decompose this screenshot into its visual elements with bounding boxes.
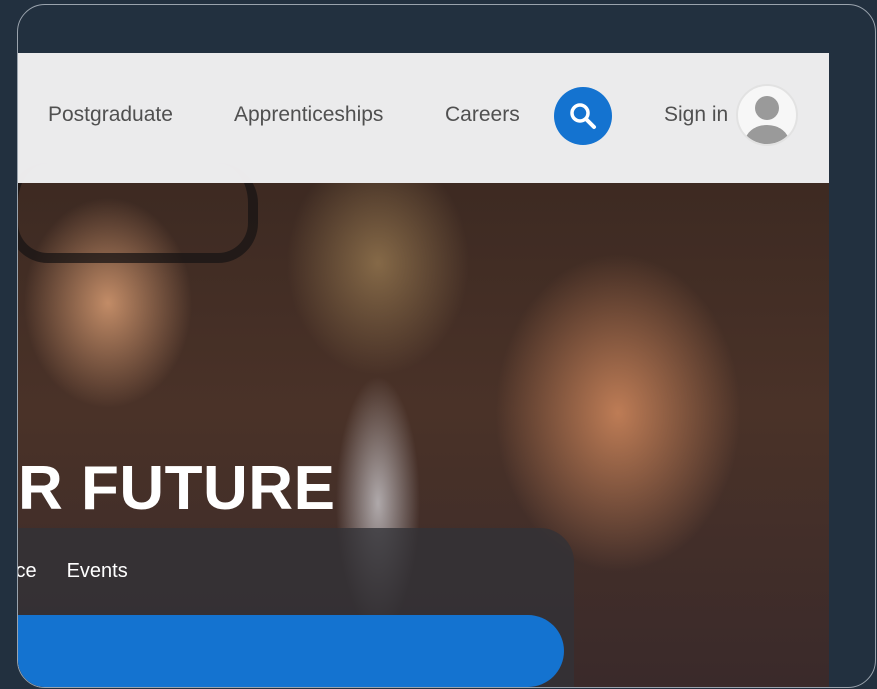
- hero-link-advice[interactable]: ice: [18, 560, 37, 583]
- user-avatar-icon: [745, 96, 789, 144]
- sign-in-link[interactable]: Sign in: [664, 103, 728, 127]
- browser-frame: R FUTURE ice Events Postgraduate Apprent…: [17, 4, 876, 688]
- page-viewport: R FUTURE ice Events Postgraduate Apprent…: [18, 53, 829, 687]
- search-icon: [570, 103, 596, 129]
- search-button[interactable]: [554, 87, 612, 145]
- hero-link-events[interactable]: Events: [67, 560, 128, 583]
- hero-banner: R FUTURE ice Events: [18, 163, 829, 687]
- user-avatar[interactable]: [736, 84, 798, 146]
- top-navbar: Postgraduate Apprenticeships Careers Sig…: [18, 53, 829, 183]
- nav-item-careers[interactable]: Careers: [445, 103, 520, 127]
- nav-item-apprenticeships[interactable]: Apprenticeships: [234, 103, 383, 127]
- hero-links: ice Events: [18, 560, 128, 583]
- hero-headline: R FUTURE: [18, 454, 336, 523]
- hero-link-panel: ice Events: [18, 528, 574, 687]
- nav-item-postgraduate[interactable]: Postgraduate: [48, 103, 173, 127]
- hero-cta-button[interactable]: [18, 615, 564, 687]
